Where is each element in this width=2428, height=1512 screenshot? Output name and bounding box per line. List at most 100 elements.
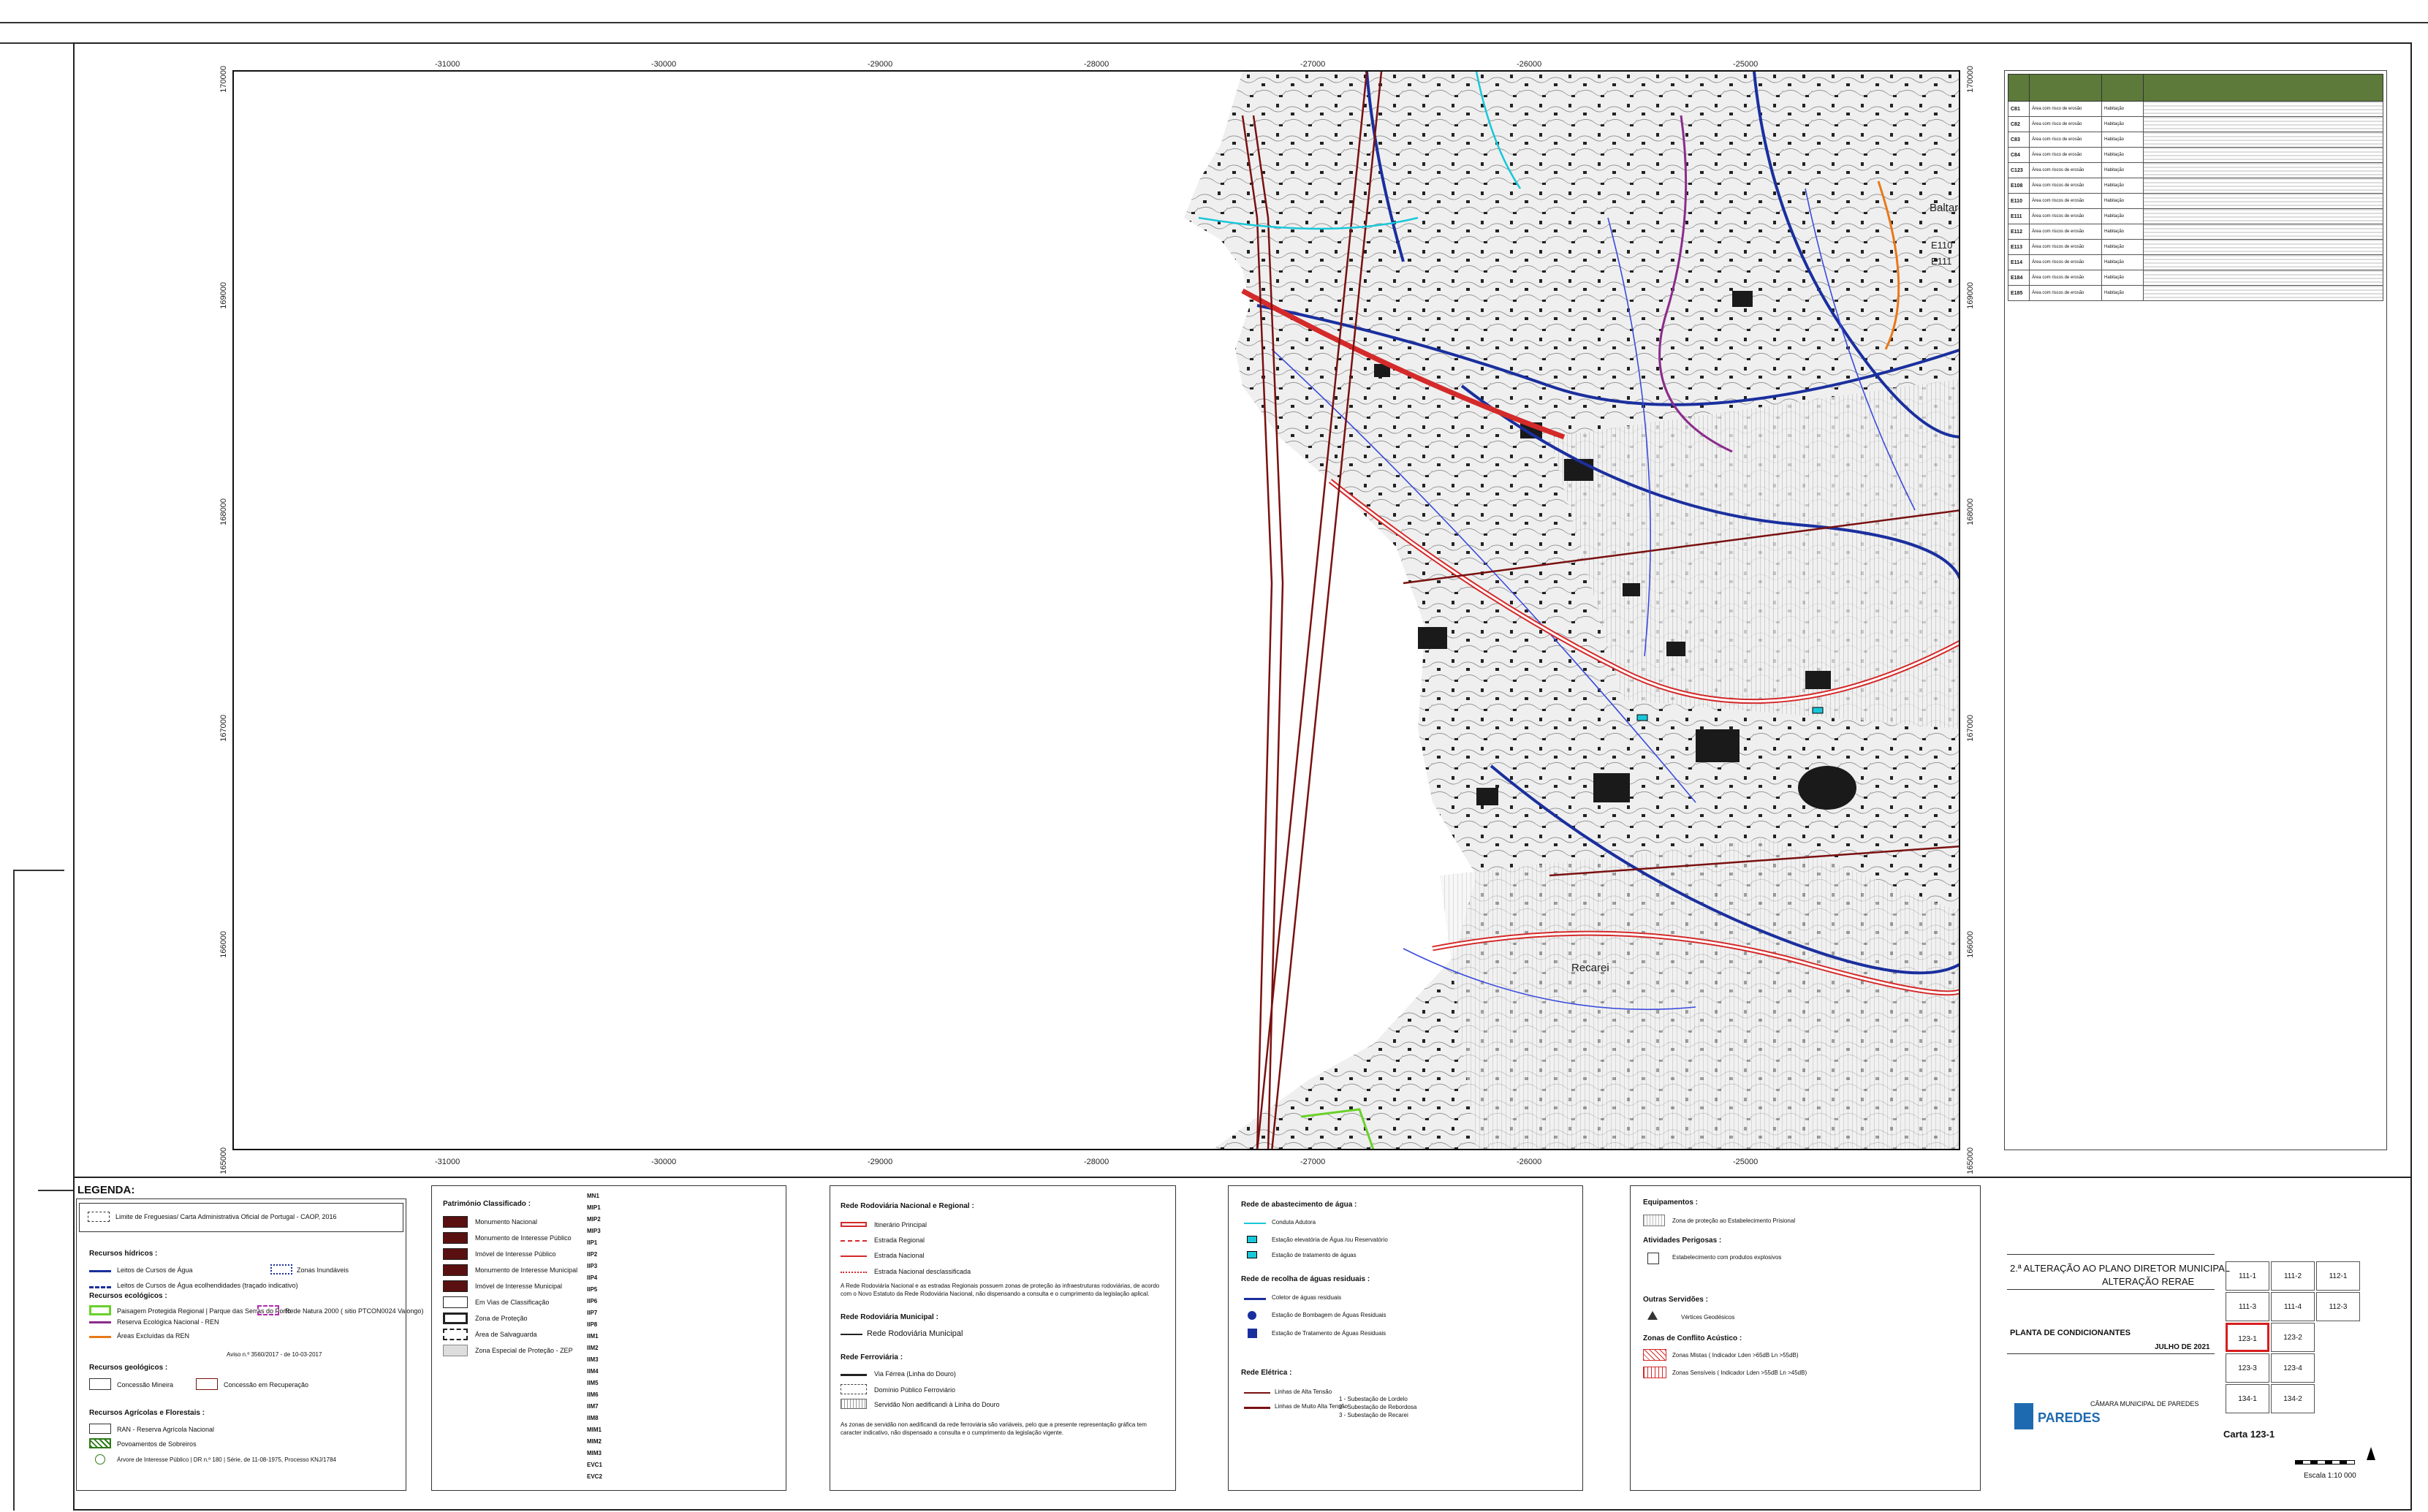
legend-heading: Rede de abastecimento de água :: [1241, 1201, 1357, 1209]
scale-text: Escala 1:10 000: [2304, 1472, 2356, 1480]
park-swatch: [89, 1305, 111, 1315]
patrimonio-code: MIP3: [587, 1228, 601, 1234]
rail-swatch: [841, 1374, 867, 1376]
sheet-index-cell[interactable]: 112-3: [2316, 1292, 2360, 1321]
table-cell: C84: [2008, 147, 2030, 163]
legend-item: Estação de tratamento de águas: [1272, 1252, 1357, 1258]
plan-date: JULHO DE 2021: [2155, 1343, 2210, 1351]
x-tick-label: -30000: [651, 1158, 677, 1166]
sheet-index-cell[interactable]: 112-1: [2316, 1261, 2360, 1291]
legend-item: Domínio Público Ferroviário: [874, 1386, 956, 1394]
legend-aviso: Aviso n.º 3560/2017 - de 10-03-2017: [227, 1351, 322, 1358]
y-tick-label: 166000: [219, 931, 228, 958]
flood-swatch: [270, 1264, 292, 1274]
legend-item: Estação de Bombagem de Águas Residuais: [1272, 1312, 1386, 1318]
patrimonio-swatch: [443, 1296, 468, 1308]
paredes-logo-icon: [2014, 1403, 2033, 1429]
table-cell: [2143, 147, 2383, 163]
left-margin-vertical: [13, 870, 15, 1511]
sheet-index-cell[interactable]: 111-2: [2271, 1261, 2315, 1291]
sheet-index-cell[interactable]: 111-3: [2226, 1292, 2269, 1321]
legend-item: Linhas de Alta Tensão: [1275, 1388, 1332, 1395]
plan-subtitle: ALTERAÇÃO RERAE: [2102, 1276, 2195, 1287]
table-cell: Habitação: [2101, 239, 2144, 255]
table-cell: Área com riscos de erosão: [2029, 178, 2102, 194]
municipality: CÂMARA MUNICIPAL DE PAREDES: [2090, 1400, 2199, 1407]
y-tick-label: 170000: [1966, 66, 1975, 93]
y-tick-label: 169000: [1966, 282, 1975, 309]
sheet-index-cell[interactable]: 134-2: [2271, 1384, 2315, 1413]
explosives-icon: [1647, 1253, 1659, 1264]
legend-heading: Rede Ferroviária :: [841, 1353, 903, 1361]
legend-item: Em Vias de Classificação: [475, 1299, 550, 1306]
table-cell: [2143, 116, 2383, 132]
patrimonio-code: IIM2: [587, 1345, 599, 1351]
x-tick-label: -28000: [1084, 1158, 1109, 1166]
er-swatch: [841, 1240, 867, 1242]
legend-item: Servidão Non aedificandi à Linha do Dour…: [874, 1401, 1000, 1408]
legend-item: Via Férrea (Linha do Douro): [874, 1370, 956, 1378]
sheet-index-cell[interactable]: 123-2: [2271, 1323, 2315, 1352]
table-cell: E108: [2008, 178, 2030, 194]
legend-item: 3 - Subestação de Recarei: [1339, 1412, 1408, 1418]
table-cell: Área com riscos de erosão: [2029, 193, 2102, 209]
patrimonio-code: MIP1: [587, 1204, 601, 1211]
table-cell: E111: [2008, 208, 2030, 224]
table-cell: Área com risco de erosão: [2029, 101, 2102, 117]
patrimonio-code: EVC2: [587, 1473, 602, 1480]
sheet-index-cell[interactable]: 111-1: [2226, 1261, 2269, 1291]
table-cell: [2143, 285, 2383, 301]
legend-item: Estabelecimento com produtos explosivos: [1672, 1254, 1782, 1261]
table-row: E112 Área com riscos de erosão Habitação: [2008, 224, 2383, 240]
table-cell: C123: [2008, 162, 2030, 178]
title-rule: [2007, 1254, 2215, 1255]
legend-item: Estação de Tratamento de Águas Residuais: [1272, 1330, 1386, 1337]
x-tick-label: -29000: [868, 1158, 893, 1166]
sheet-index-cell[interactable]: 123-1: [2226, 1323, 2269, 1352]
table-row: E184 Área com riscos de erosão Habitação: [2008, 270, 2383, 286]
place-label: E111: [1931, 256, 1952, 267]
table-cell: [2143, 224, 2383, 240]
sheet-index-cell[interactable]: 123-4: [2271, 1353, 2315, 1383]
legend-item: Monumento de Interesse Público: [475, 1234, 572, 1242]
table-cell: [2143, 101, 2383, 117]
legend-item: Área de Salvaguarda: [475, 1331, 537, 1338]
pump-station-icon: [1248, 1311, 1256, 1320]
y-tick-label: 168000: [1966, 498, 1975, 525]
patrimonio-code: MIM3: [587, 1450, 602, 1456]
sheet-index-cell[interactable]: 123-3: [2226, 1353, 2269, 1383]
legend-item: Imóvel de Interesse Municipal: [475, 1283, 563, 1290]
table-cell: [2143, 208, 2383, 224]
mine-recovery-swatch: [196, 1378, 218, 1390]
y-tick-label: 166000: [1966, 931, 1975, 958]
legend-item: Estrada Nacional desclassificada: [874, 1268, 971, 1275]
sheet-number: Carta 123-1: [2223, 1429, 2275, 1440]
municipal-swatch: [841, 1334, 862, 1335]
table-row: E185 Área com riscos de erosão Habitação: [2008, 285, 2383, 301]
at-swatch: [1244, 1392, 1270, 1394]
legend-heading: Atividades Perigosas :: [1643, 1236, 1722, 1245]
legend-item: Zonas Mistas ( Indicador Lden >65dB Ln >…: [1672, 1352, 1799, 1359]
place-label: Recarei: [1571, 962, 1609, 974]
table-cell: Habitação: [2101, 224, 2144, 240]
table-header: [2101, 74, 2144, 102]
x-tick-label: -30000: [651, 60, 677, 69]
patrimonio-code: IIP3: [587, 1263, 598, 1269]
patrimonio-swatch: [443, 1248, 468, 1260]
y-tick-label: 167000: [1966, 715, 1975, 742]
sheet-index-cell[interactable]: 111-4: [2271, 1292, 2315, 1321]
map-canvas[interactable]: [234, 72, 1960, 1150]
legend-box-patrimonio: [431, 1185, 786, 1491]
legend-item: Estrada Regional: [874, 1236, 925, 1244]
x-tick-label: -25000: [1733, 60, 1759, 69]
legend-title: LEGENDA:: [77, 1184, 135, 1196]
sheet-index-cell[interactable]: 134-1: [2226, 1384, 2269, 1413]
table-cell: Habitação: [2101, 147, 2144, 163]
map-view[interactable]: Baltar E110 E111 Recarei: [232, 70, 1960, 1150]
table-row: E114 Área com riscos de erosão Habitação: [2008, 254, 2383, 270]
table-cell: Área com risco de erosão: [2029, 132, 2102, 148]
patrimonio-code: MIM2: [587, 1438, 602, 1445]
patrimonio-code: IIM6: [587, 1391, 599, 1398]
y-tick-label: 165000: [219, 1147, 228, 1174]
table-cell: E185: [2008, 285, 2030, 301]
